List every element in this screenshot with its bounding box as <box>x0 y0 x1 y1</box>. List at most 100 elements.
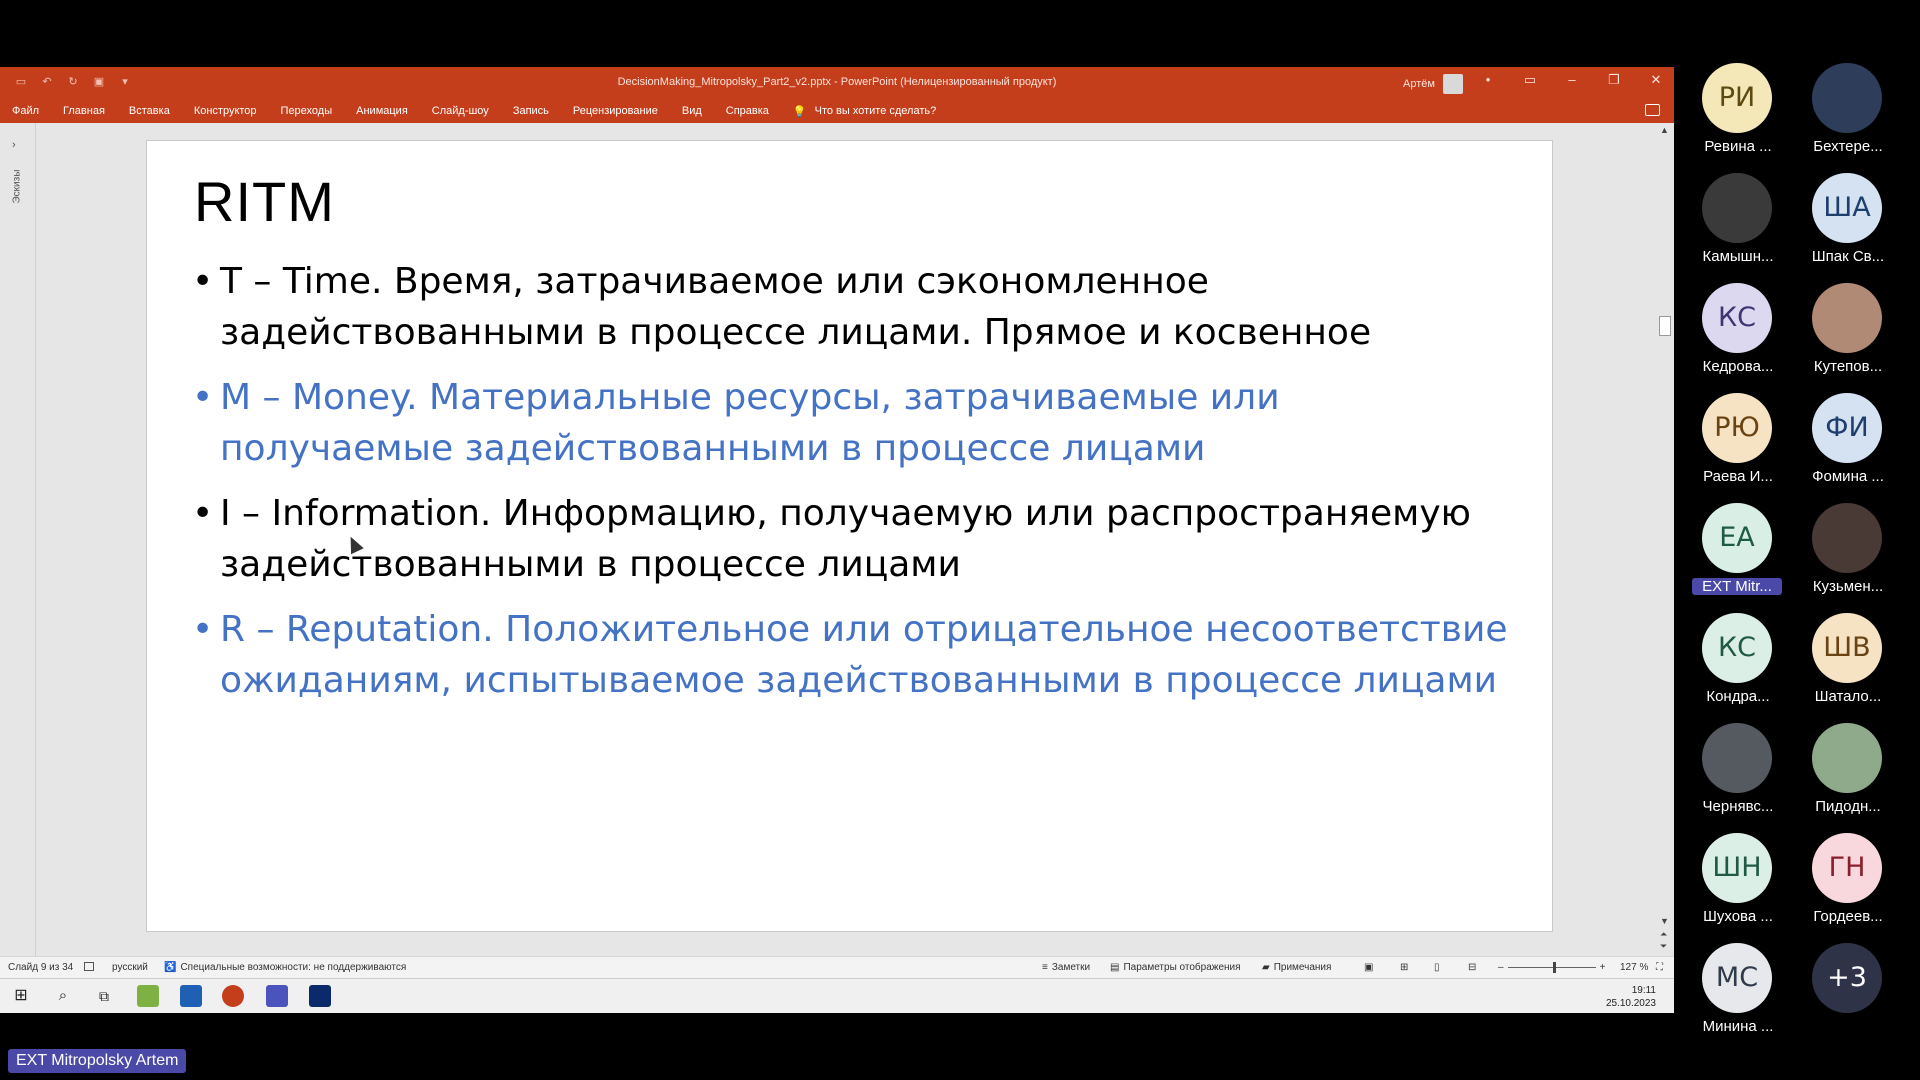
comments-button[interactable]: ▰ Примечания <box>1262 962 1331 973</box>
participant-avatar[interactable]: ШВ <box>1812 613 1882 683</box>
participant-avatar[interactable]: МС <box>1702 943 1772 1013</box>
zoom-track[interactable] <box>1507 962 1596 973</box>
participant-avatar[interactable]: РЮ <box>1702 393 1772 463</box>
vertical-scrollbar[interactable]: ▲ ▼ ⏶ ⏷ <box>1656 123 1674 956</box>
participant-tile[interactable]: МС Минина ... <box>1686 940 1786 1040</box>
participant-tile[interactable]: Камышн... <box>1686 170 1786 270</box>
tab-review[interactable]: Рецензирование <box>573 105 658 117</box>
previous-slide-icon[interactable]: ⏶ <box>1660 929 1667 940</box>
participant-name: Пидодн... <box>1815 798 1881 815</box>
participant-avatar[interactable] <box>1702 173 1772 243</box>
tab-slideshow[interactable]: Слайд-шоу <box>432 105 489 117</box>
tab-home[interactable]: Главная <box>63 105 105 117</box>
participant-tile[interactable]: ШВ Шатало... <box>1796 610 1896 710</box>
windows-start-icon[interactable]: ⊞ <box>10 985 32 1007</box>
participant-tile[interactable]: ГН Гордеев... <box>1796 830 1896 930</box>
zoom-knob[interactable] <box>1552 962 1556 973</box>
participant-tile[interactable]: ЕА EXT Mitr... <box>1686 500 1786 600</box>
language-indicator[interactable]: русский <box>112 962 148 973</box>
task-view-icon[interactable]: ⧉ <box>93 985 115 1007</box>
expand-thumbnails-icon[interactable]: › <box>12 139 16 151</box>
participant-tile[interactable]: РЮ Раева И... <box>1686 390 1786 490</box>
tab-animations[interactable]: Анимация <box>356 105 408 117</box>
tab-record[interactable]: Запись <box>513 105 549 117</box>
thumbnails-pane[interactable]: › Эскизы <box>0 123 36 956</box>
tab-help[interactable]: Справка <box>726 105 769 117</box>
participant-avatar[interactable] <box>1812 503 1882 573</box>
minimize-icon[interactable]: – <box>1562 72 1582 88</box>
next-slide-icon[interactable]: ⏷ <box>1660 941 1667 952</box>
participant-tile[interactable]: Чернявс... <box>1686 720 1786 820</box>
search-icon[interactable]: ⌕ <box>52 985 74 1007</box>
scroll-thumb[interactable] <box>1659 316 1671 336</box>
notes-icon: ≡ <box>1042 962 1048 973</box>
save-app-icon[interactable] <box>180 985 202 1007</box>
participant-tile[interactable]: Кутепов... <box>1796 280 1896 380</box>
participant-avatar[interactable]: ФИ <box>1812 393 1882 463</box>
zoom-level[interactable]: 127 % <box>1620 962 1648 973</box>
tab-insert[interactable]: Вставка <box>129 105 170 117</box>
scroll-down-icon[interactable]: ▼ <box>1660 916 1669 926</box>
zoom-in-icon[interactable]: + <box>1600 962 1606 973</box>
accessibility-status[interactable]: ♿ Специальные возможности: не поддержива… <box>164 962 406 973</box>
participant-avatar[interactable] <box>1812 723 1882 793</box>
participant-tile[interactable]: КС Кондра... <box>1686 610 1786 710</box>
participant-avatar[interactable] <box>1812 63 1882 133</box>
participant-tile[interactable]: ШН Шухова ... <box>1686 830 1786 930</box>
slide-sorter-icon[interactable]: ⊞ <box>1400 962 1408 973</box>
participant-tile[interactable]: РИ Ревина ... <box>1686 60 1786 160</box>
tab-design[interactable]: Конструктор <box>194 105 257 117</box>
bullet-item: • I – Information. Информацию, получаемую… <box>192 488 1522 590</box>
close-icon[interactable]: ✕ <box>1646 72 1666 88</box>
tab-transitions[interactable]: Переходы <box>281 105 333 117</box>
user-avatar[interactable] <box>1442 74 1463 94</box>
bullet-item: • R – Reputation. Положительное или отриц… <box>192 604 1522 706</box>
tell-me-text: Что вы хотите сделать? <box>814 105 937 117</box>
slide-title[interactable]: RITM <box>194 169 335 234</box>
powerpoint-app-icon[interactable] <box>222 985 244 1007</box>
comments-icon[interactable] <box>1645 104 1660 116</box>
participant-tile[interactable]: Бехтере... <box>1796 60 1896 160</box>
participant-tile[interactable]: ФИ Фомина ... <box>1796 390 1896 490</box>
participant-avatar[interactable] <box>1812 283 1882 353</box>
record-dot-icon[interactable]: • <box>1478 72 1498 88</box>
bullet-dot: • <box>192 609 214 650</box>
participant-avatar[interactable]: ЕА <box>1702 503 1772 573</box>
browser-app-icon[interactable] <box>137 985 159 1007</box>
participant-tile[interactable]: КС Кедрова... <box>1686 280 1786 380</box>
participant-avatar[interactable]: ША <box>1812 173 1882 243</box>
teams-app-icon[interactable] <box>266 985 288 1007</box>
participant-avatar[interactable] <box>1702 723 1772 793</box>
remote-desktop-app-icon[interactable] <box>309 985 331 1007</box>
slideshow-view-icon[interactable]: ⊟ <box>1468 962 1476 973</box>
participant-avatar[interactable]: КС <box>1702 613 1772 683</box>
normal-view-icon[interactable]: ▣ <box>1364 962 1373 973</box>
proofing-icon[interactable] <box>84 962 94 971</box>
participant-tile[interactable]: Кузьмен... <box>1796 500 1896 600</box>
system-clock[interactable]: 19:11 25.10.2023 <box>1606 984 1656 1010</box>
notes-button[interactable]: ≡ Заметки <box>1042 962 1090 973</box>
zoom-slider[interactable]: – + <box>1498 962 1605 973</box>
participant-avatar[interactable]: ГН <box>1812 833 1882 903</box>
fit-to-window-icon[interactable]: ⛶ <box>1656 962 1663 973</box>
restore-icon[interactable]: ❐ <box>1604 72 1624 88</box>
bullet-list[interactable]: • T – Time. Время, затрачиваемое или сэко… <box>192 256 1522 720</box>
account-area[interactable]: Артём <box>1403 74 1463 94</box>
tell-me-box[interactable]: 💡 Что вы хотите сделать? <box>793 105 936 118</box>
tab-view[interactable]: Вид <box>682 105 702 117</box>
tab-file[interactable]: Файл <box>12 105 39 117</box>
participant-avatar[interactable]: ШН <box>1702 833 1772 903</box>
participant-name: Кузьмен... <box>1812 578 1884 595</box>
participant-tile[interactable]: ША Шпак Св... <box>1796 170 1896 270</box>
more-participants-badge[interactable]: +3 <box>1812 943 1882 1013</box>
participant-tile[interactable]: Пидодн... <box>1796 720 1896 820</box>
zoom-out-icon[interactable]: – <box>1498 962 1504 973</box>
scroll-up-icon[interactable]: ▲ <box>1660 125 1669 135</box>
participant-avatar[interactable]: РИ <box>1702 63 1772 133</box>
display-settings-button[interactable]: ▤ Параметры отображения <box>1110 962 1241 973</box>
ribbon-display-icon[interactable]: ▭ <box>1520 72 1540 88</box>
participant-tile[interactable]: +3 <box>1796 940 1896 1040</box>
reading-view-icon[interactable]: ▯ <box>1434 962 1440 973</box>
participant-avatar[interactable]: КС <box>1702 283 1772 353</box>
accessibility-icon: ♿ <box>164 962 177 973</box>
